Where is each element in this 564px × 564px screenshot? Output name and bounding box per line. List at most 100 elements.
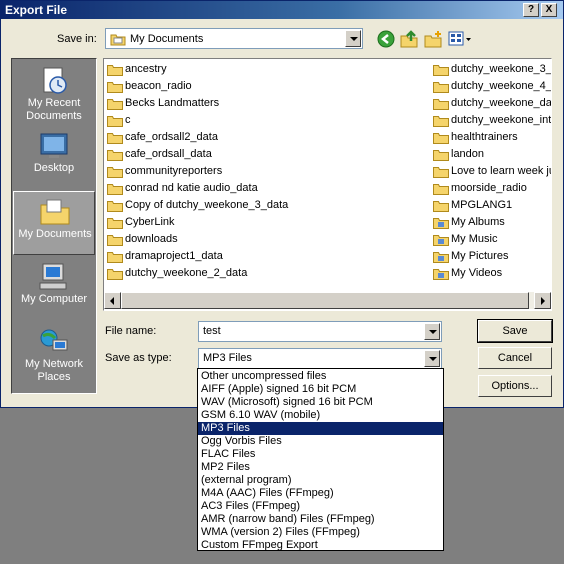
save-as-type-option[interactable]: FLAC Files (198, 448, 443, 461)
folder-icon (107, 201, 123, 212)
file-list-item[interactable]: ancestry (107, 61, 427, 78)
save-as-type-option[interactable]: WAV (Microsoft) signed 16 bit PCM (198, 396, 443, 409)
place-my-documents[interactable]: My Documents (13, 191, 95, 255)
file-list-item[interactable]: cafe_ordsall2_data (107, 129, 427, 146)
cancel-button[interactable]: Cancel (478, 347, 552, 369)
file-list-item[interactable]: My Albums (433, 214, 551, 231)
file-list-item[interactable]: Becks Landmatters (107, 95, 427, 112)
file-list-item[interactable]: dramaproject1_data (107, 248, 427, 265)
folder-icon (107, 167, 123, 178)
file-list-item[interactable]: My Pictures (433, 248, 551, 265)
horizontal-scrollbar[interactable] (104, 292, 551, 309)
file-list-item[interactable]: landon (433, 146, 551, 163)
save-in-combo[interactable]: My Documents (105, 28, 363, 49)
file-list-item-label: dramaproject1_data (125, 250, 223, 262)
my-documents-icon (40, 199, 70, 225)
file-list-item[interactable]: CyberLink (107, 214, 427, 231)
place-label: My Recent Documents (26, 97, 82, 122)
save-as-type-option[interactable]: (external program) (198, 474, 443, 487)
place-network-places[interactable]: My Network Places (13, 322, 95, 386)
folder-icon (110, 34, 126, 46)
file-list-item[interactable]: Love to learn week ju (433, 163, 551, 180)
save-as-type-option[interactable]: MP2 Files (198, 461, 443, 474)
special-folder-icon (433, 252, 449, 263)
place-label: My Network Places (24, 358, 84, 383)
place-recent-documents[interactable]: My Recent Documents (13, 61, 95, 125)
save-as-type-option[interactable]: MP3 Files (198, 422, 443, 435)
file-list-item[interactable]: conrad nd katie audio_data (107, 180, 427, 197)
scrollbar-thumb[interactable] (121, 292, 529, 309)
file-list-item-label: Love to learn week ju (451, 165, 551, 177)
save-as-type-option[interactable]: Ogg Vorbis Files (198, 435, 443, 448)
folder-icon (107, 235, 123, 246)
save-as-type-dropdown-list[interactable]: Other uncompressed files AIFF (Apple) sig… (197, 368, 444, 551)
new-folder-icon[interactable] (424, 30, 442, 48)
file-list-item[interactable]: dutchy_weekone_4_d (433, 78, 551, 95)
folder-icon (433, 82, 449, 93)
save-as-type-value: MP3 Files (203, 352, 252, 364)
save-as-type-option[interactable]: Custom FFmpeg Export (198, 539, 443, 552)
place-label: Desktop (33, 162, 75, 174)
file-list-item[interactable]: communityreporters (107, 163, 427, 180)
folder-icon (433, 150, 449, 161)
folder-icon (433, 99, 449, 110)
folder-icon (433, 184, 449, 195)
folder-icon (433, 201, 449, 212)
views-menu-icon[interactable] (448, 30, 472, 48)
file-list-item[interactable]: healthtrainers (433, 129, 551, 146)
file-list-item[interactable]: dutchy_weekone_2_data (107, 265, 427, 282)
place-label: My Computer (20, 293, 88, 305)
place-my-computer[interactable]: My Computer (13, 257, 95, 321)
save-as-type-option[interactable]: M4A (AAC) Files (FFmpeg) (198, 487, 443, 500)
save-as-type-option[interactable]: Other uncompressed files (198, 370, 443, 383)
scroll-right-button[interactable] (534, 292, 551, 309)
save-as-type-option[interactable]: WMA (version 2) Files (FFmpeg) (198, 526, 443, 539)
save-as-type-option[interactable]: AC3 Files (FFmpeg) (198, 500, 443, 513)
help-button[interactable]: ? (523, 3, 539, 17)
place-desktop[interactable]: Desktop (13, 126, 95, 190)
file-list-item-label: My Pictures (451, 250, 509, 262)
close-button[interactable]: X (541, 3, 557, 17)
chevron-down-icon[interactable] (345, 30, 361, 47)
scroll-left-button[interactable] (104, 292, 121, 309)
up-folder-icon[interactable] (400, 30, 418, 48)
folder-icon (433, 133, 449, 144)
chevron-down-icon[interactable] (424, 323, 440, 340)
file-list-item-label: communityreporters (125, 165, 223, 177)
folder-icon (107, 65, 123, 76)
save-as-type-option[interactable]: AIFF (Apple) signed 16 bit PCM (198, 383, 443, 396)
file-list-item[interactable]: c (107, 112, 427, 129)
file-list[interactable]: ancestry beacon_radio Becks Landmatters c ca… (103, 58, 552, 311)
save-as-type-option[interactable]: GSM 6.10 WAV (mobile) (198, 409, 443, 422)
file-list-item-label: My Music (451, 233, 498, 245)
file-list-item-label: downloads (125, 233, 178, 245)
file-list-item[interactable]: beacon_radio (107, 78, 427, 95)
file-list-item[interactable]: dutchy_weekone_intr (433, 112, 551, 129)
file-list-item-label: Becks Landmatters (125, 97, 220, 109)
file-list-item-label: landon (451, 148, 485, 160)
file-list-item[interactable]: MPGLANG1 (433, 197, 551, 214)
file-list-item[interactable]: dutchy_weekone_3_d (433, 61, 551, 78)
file-list-item[interactable]: cafe_ordsall_data (107, 146, 427, 163)
save-as-type-option[interactable]: AMR (narrow band) Files (FFmpeg) (198, 513, 443, 526)
file-list-item-label: My Albums (451, 216, 505, 228)
file-list-item[interactable]: downloads (107, 231, 427, 248)
file-list-item[interactable]: My Music (433, 231, 551, 248)
back-icon[interactable] (377, 30, 395, 48)
window-title: Export File (5, 3, 68, 17)
file-name-input[interactable]: test (198, 321, 442, 342)
save-as-type-combo[interactable]: MP3 Files (198, 348, 442, 369)
desktop-icon (40, 133, 68, 158)
file-list-item[interactable]: moorside_radio (433, 180, 551, 197)
my-computer-icon (39, 263, 67, 290)
chevron-down-icon[interactable] (424, 350, 440, 367)
file-list-item-label: CyberLink (125, 216, 175, 228)
save-in-value: My Documents (130, 33, 204, 45)
save-button[interactable]: Save (477, 319, 553, 343)
options-button[interactable]: Options... (478, 375, 552, 397)
file-list-item[interactable]: My Videos (433, 265, 551, 282)
folder-icon (107, 99, 123, 110)
file-list-item[interactable]: Copy of dutchy_weekone_3_data (107, 197, 427, 214)
title-bar[interactable]: Export File ? X (1, 1, 563, 19)
file-list-item[interactable]: dutchy_weekone_da (433, 95, 551, 112)
